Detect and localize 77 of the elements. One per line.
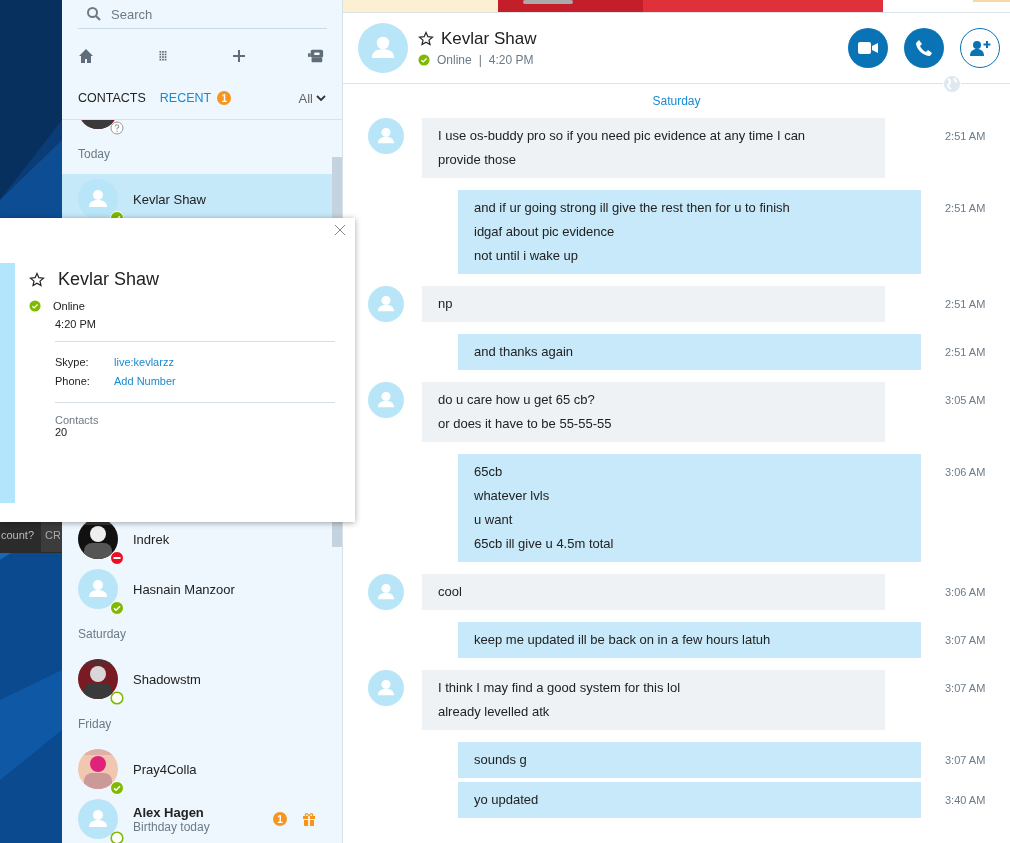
star-icon[interactable] <box>418 31 434 47</box>
avatar-icon <box>368 574 404 610</box>
message-time: 3:06 AM <box>945 465 986 478</box>
field-label: Phone: <box>55 374 91 389</box>
contact-name: Hasnain Manzoor <box>133 581 235 597</box>
video-camera-icon <box>858 41 878 55</box>
status-text: Online <box>437 53 472 67</box>
contact-name: Shadowstm <box>133 671 201 687</box>
tab[interactable]: CONTACTS <box>78 91 146 105</box>
star-icon[interactable] <box>29 271 45 288</box>
message-bubble: I think I may find a good system for this lol already levelled atk <box>422 670 885 730</box>
contact-item[interactable]: Indrek <box>62 514 342 564</box>
home-icon[interactable] <box>78 48 94 64</box>
message-time: 2:51 AM <box>945 297 986 310</box>
message-time: 3:07 AM <box>945 681 986 694</box>
message-bubble: cool <box>422 574 885 610</box>
call-button[interactable] <box>904 28 944 68</box>
message-time: 2:51 AM <box>945 345 986 358</box>
field-link[interactable]: Add Number <box>114 372 176 391</box>
bot-icon[interactable] <box>307 48 324 64</box>
contact-subtitle: Birthday today <box>133 819 210 834</box>
unread-badge: 1 <box>273 812 287 826</box>
message-bubble: sounds g <box>458 742 921 778</box>
avatar-icon <box>358 23 408 73</box>
video-call-button[interactable] <box>848 28 888 68</box>
search-icon <box>86 6 102 22</box>
avatar-icon <box>368 286 404 322</box>
message-bubble: 65cb whatever lvls u want 65cb ill give u 4.5m total <box>458 454 921 562</box>
local-time: 4:20 PM <box>488 53 534 67</box>
message-time: 2:51 AM <box>945 201 986 214</box>
message-time: 2:51 AM <box>945 129 986 142</box>
contacts-label: Contacts <box>55 414 100 426</box>
message-time: 3:07 AM <box>945 753 986 766</box>
phone-icon <box>915 39 933 57</box>
section-header: Today <box>78 147 111 161</box>
section-header: Saturday <box>78 627 127 641</box>
plus-icon[interactable] <box>231 48 248 64</box>
status-text: Online <box>53 300 85 312</box>
local-time: 4:20 PM <box>55 318 97 330</box>
contacts-count: 20 <box>55 426 69 438</box>
message-bubble: keep me updated ill be back on in a few hours latuh <box>458 622 921 658</box>
add-person-button[interactable] <box>960 28 1000 68</box>
filter-dropdown[interactable]: All <box>298 90 326 106</box>
chevron-down-icon <box>316 94 326 102</box>
contact-item[interactable]: Hasnain Manzoor <box>62 564 342 614</box>
avatar-icon <box>368 382 404 418</box>
message-bubble: I use os-buddy pro so if you need pic evidence at any time I can provide those <box>422 118 885 178</box>
message-time: 3:05 AM <box>945 393 986 406</box>
separator: | <box>478 53 482 67</box>
message-bubble: and if ur going strong ill give the rest then for u to finish idgaf about pic evidence not until i wake up <box>458 190 921 274</box>
section-header: Friday <box>78 717 112 731</box>
message-time: 3:06 AM <box>945 585 986 598</box>
field-link[interactable]: live:kevlarzz <box>114 353 174 372</box>
message-bubble: np <box>422 286 885 322</box>
contact-item[interactable]: Shadowstm <box>62 654 342 704</box>
message-bubble: do u care how u get 65 cb? or does it have to be 55-55-55 <box>422 382 885 442</box>
contact-name: Alex Hagen <box>133 804 205 820</box>
tab-badge: 1 <box>217 91 232 105</box>
message-bubble: yo updated <box>458 782 921 818</box>
contact-name: Kevlar Shaw <box>58 269 160 290</box>
add-person-icon <box>969 39 991 57</box>
contact-name: Indrek <box>133 531 170 547</box>
window-text: count? <box>1 529 35 541</box>
message-bubble: and thanks again <box>458 334 921 370</box>
contact-name: Kevlar Shaw <box>441 29 537 49</box>
avatar-icon <box>368 118 404 154</box>
field-label: Skype: <box>55 355 90 370</box>
message-time: 3:40 AM <box>945 793 986 806</box>
contact-name: Kevlar Shaw <box>133 191 206 207</box>
avatar-icon <box>368 670 404 706</box>
search-field[interactable]: Search <box>111 6 291 22</box>
close-icon[interactable] <box>334 224 346 236</box>
contact-item[interactable]: Pray4Colla <box>62 744 342 794</box>
contact-item[interactable]: Alex Hagen Birthday today 1 <box>62 794 342 843</box>
date-divider: Saturday <box>652 94 701 108</box>
contact-name: Pray4Colla <box>133 761 197 777</box>
message-time: 3:07 AM <box>945 633 986 646</box>
